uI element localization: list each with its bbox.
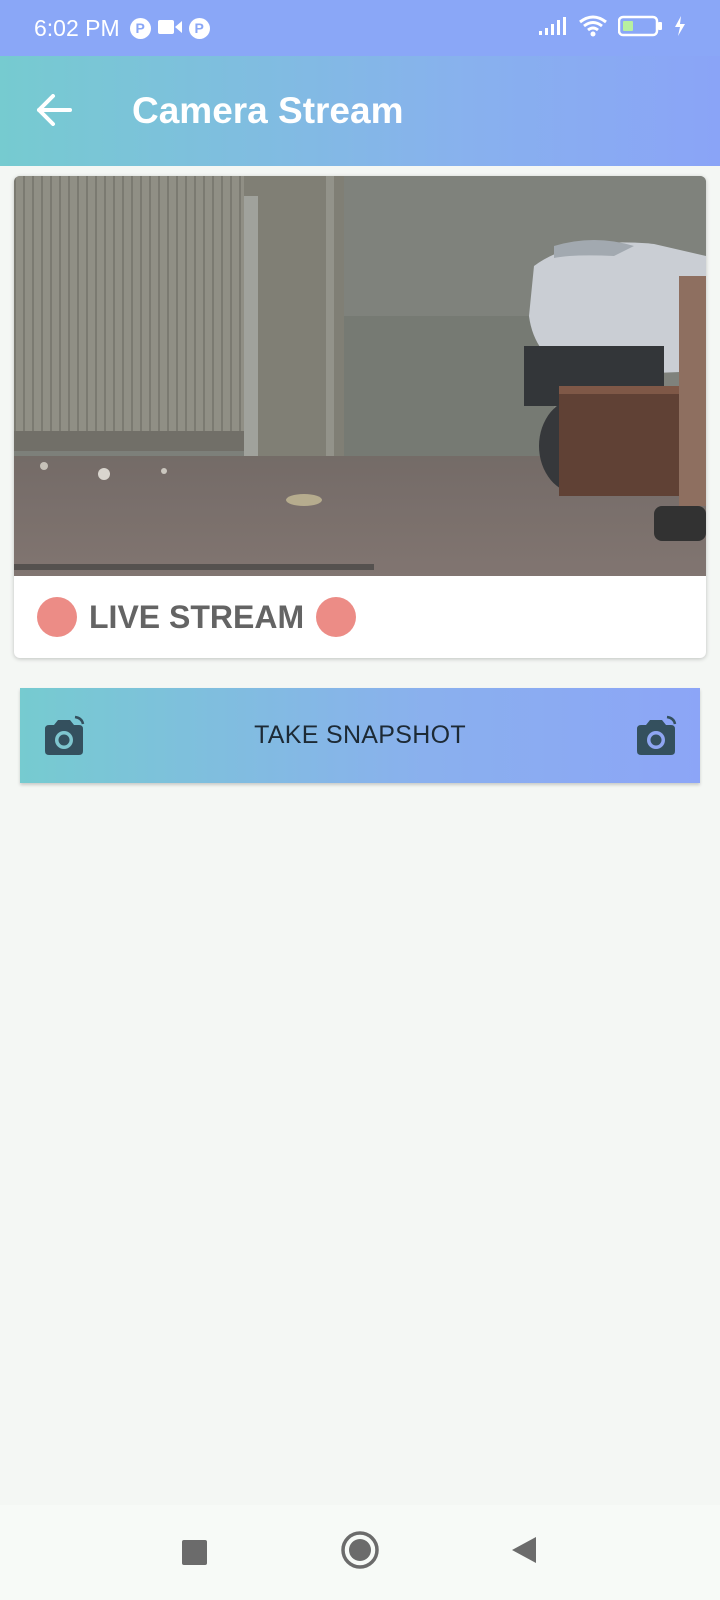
system-nav-bar: [0, 1505, 720, 1600]
camera-stream-video[interactable]: [14, 176, 706, 576]
take-snapshot-button[interactable]: TAKE SNAPSHOT: [20, 688, 700, 783]
back-button[interactable]: [30, 88, 78, 136]
status-bar: 6:02 PM P P: [0, 0, 720, 56]
status-left-group: 6:02 PM P P: [34, 0, 210, 56]
app-bar: Camera Stream: [0, 56, 720, 166]
stream-card: LIVE STREAM: [14, 176, 706, 658]
live-label-row: LIVE STREAM: [14, 576, 706, 658]
live-indicator-left: [37, 597, 77, 637]
camera-switch-icon-right: [634, 715, 678, 762]
arrow-left-icon: [36, 93, 72, 131]
notification-badge-icon-2: P: [188, 17, 210, 39]
signal-icon: [538, 16, 568, 41]
recents-button[interactable]: [154, 1505, 234, 1600]
back-icon: [510, 1535, 538, 1570]
home-button[interactable]: [320, 1505, 400, 1600]
status-time: 6:02 PM: [34, 14, 120, 41]
battery-icon: [617, 15, 664, 42]
recents-icon: [181, 1540, 207, 1565]
video-icon: [157, 15, 183, 42]
notification-badge-icon: P: [129, 17, 151, 39]
snapshot-label: TAKE SNAPSHOT: [254, 721, 466, 749]
live-indicator-right: [316, 597, 357, 637]
status-right-group: [538, 0, 686, 56]
home-icon: [340, 1530, 380, 1575]
charging-icon: [674, 15, 686, 41]
page-title: Camera Stream: [132, 90, 404, 131]
live-stream-label: LIVE STREAM: [89, 598, 305, 635]
system-back-button[interactable]: [484, 1505, 564, 1600]
wifi-icon: [578, 15, 608, 42]
